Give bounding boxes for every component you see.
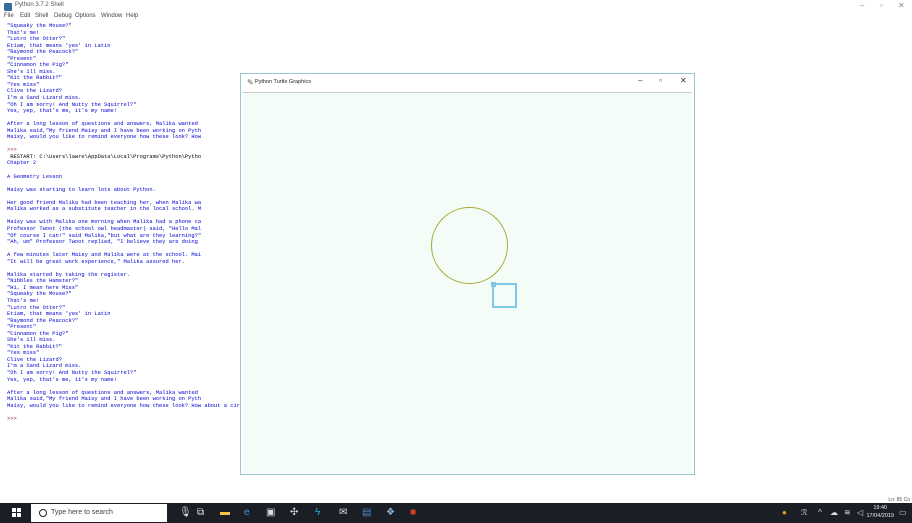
menu-options[interactable]: Options xyxy=(75,13,96,19)
turtle-maximize-icon[interactable]: ▫ xyxy=(659,76,662,85)
file-explorer-icon[interactable]: ▬ xyxy=(220,506,230,520)
turtle-window[interactable]: ✎ Python Turtle Graphics – ▫ ✕ xyxy=(240,73,695,475)
clock-time: 19:40 xyxy=(873,505,888,511)
tray-app-icon[interactable]: ● xyxy=(782,508,787,517)
turtle-cursor-icon xyxy=(491,282,496,287)
wifi-icon[interactable]: ≋ xyxy=(844,508,851,517)
turtle-circle xyxy=(431,207,508,284)
menu-window[interactable]: Window xyxy=(101,13,122,19)
search-placeholder: Type here to search xyxy=(51,509,113,516)
turtle-titlebar: ✎ Python Turtle Graphics – ▫ ✕ xyxy=(241,74,694,91)
close-icon[interactable]: ✕ xyxy=(898,1,905,10)
edge-icon[interactable]: e xyxy=(244,506,250,520)
turtle-square xyxy=(492,283,517,308)
shell-title: Python 3.7.2 Shell xyxy=(15,2,64,8)
python-taskbar-icon[interactable]: ❖ xyxy=(386,506,395,520)
turtle-close-icon[interactable]: ✕ xyxy=(680,76,687,85)
minimize-icon[interactable]: – xyxy=(860,1,864,10)
python-icon xyxy=(4,3,12,11)
app-window-icon[interactable]: ▤ xyxy=(362,506,371,520)
network-icon[interactable]: ☁ xyxy=(830,508,838,517)
turtle-drawing xyxy=(431,207,517,308)
windows-start-icon[interactable] xyxy=(12,508,22,518)
people-icon[interactable]: ℛ xyxy=(801,508,807,517)
shell-titlebar: Python 3.7.2 Shell – ▫ ✕ xyxy=(0,0,912,13)
search-icon xyxy=(39,509,47,517)
maximize-icon[interactable]: ▫ xyxy=(880,1,883,10)
microphone-icon[interactable]: 🎙 xyxy=(179,506,192,520)
store-icon[interactable]: ▣ xyxy=(266,506,275,520)
mail-icon[interactable]: ✉ xyxy=(339,506,347,520)
turtle-title: Python Turtle Graphics xyxy=(255,79,311,85)
clock-date: 17/04/2019 xyxy=(866,513,894,519)
feather-icon: ✎ xyxy=(247,78,254,87)
shell-menubar: File Edit Shell Debug Options Window Hel… xyxy=(0,13,912,23)
clock[interactable]: 19:40 17/04/2019 xyxy=(866,504,894,520)
menu-file[interactable]: File xyxy=(4,13,14,19)
taskbar-search[interactable]: Type here to search xyxy=(31,504,167,522)
task-view-icon[interactable]: ⧉ xyxy=(197,506,204,520)
notifications-icon[interactable]: ▭ xyxy=(899,508,907,517)
menu-debug[interactable]: Debug xyxy=(54,13,72,19)
menu-edit[interactable]: Edit xyxy=(20,13,30,19)
turtle-minimize-icon[interactable]: – xyxy=(638,76,642,85)
menu-help[interactable]: Help xyxy=(126,13,138,19)
volume-icon[interactable]: ◁ xyxy=(857,508,863,517)
menu-shell[interactable]: Shell xyxy=(35,13,48,19)
app-icon[interactable]: ✣ xyxy=(290,506,298,520)
taskbar: Type here to search 🎙 ⧉ ▬ e ▣ ✣ ϟ ✉ ▤ ❖ … xyxy=(0,503,912,523)
chevron-up-icon[interactable]: ^ xyxy=(818,508,822,517)
turtle-canvas[interactable] xyxy=(243,92,692,473)
app-bolt-icon[interactable]: ϟ xyxy=(315,506,320,520)
powerpoint-icon[interactable]: ■ xyxy=(410,506,416,520)
